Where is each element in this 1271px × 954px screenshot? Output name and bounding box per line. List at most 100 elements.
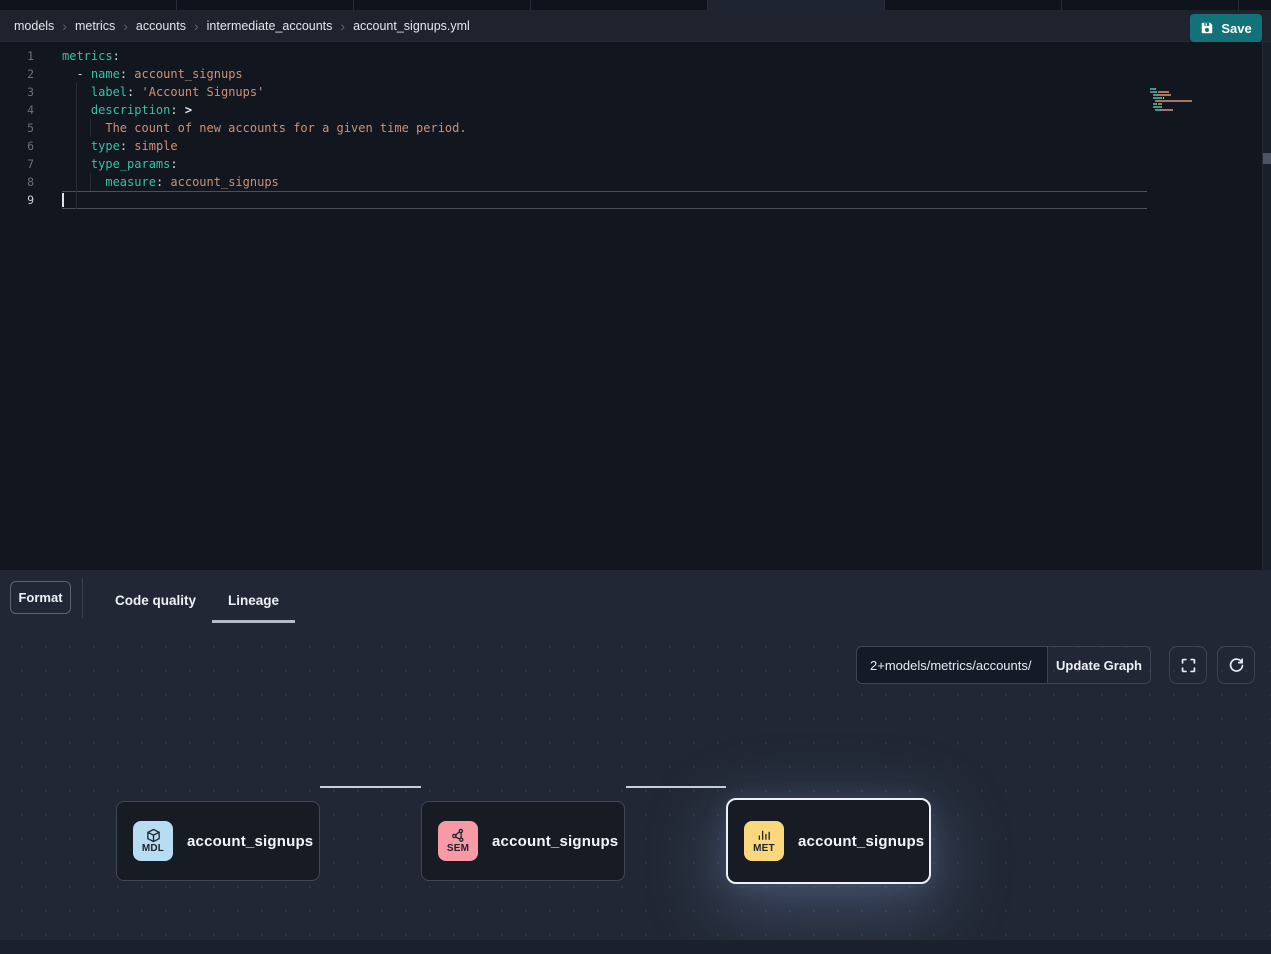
indent-guide [90, 119, 91, 137]
minimap-token [1153, 106, 1161, 108]
line-number: 8 [0, 173, 34, 191]
editor-file-tab[interactable] [177, 0, 354, 10]
code-text: type_params: [62, 155, 178, 173]
minimap-token [1163, 97, 1164, 99]
breadcrumb: models › metrics › accounts › intermediate_acc… [0, 10, 1271, 42]
line-number: 9 [0, 191, 34, 209]
minimap-token [1161, 109, 1172, 111]
panel-bottom-scroll-track[interactable] [0, 940, 1271, 954]
tab-lineage[interactable]: Lineage [212, 578, 295, 623]
minimap-line [1150, 97, 1210, 99]
breadcrumb-item[interactable]: account_signups.yml [353, 19, 470, 33]
indent-guide [90, 173, 91, 191]
line-number: 3 [0, 83, 34, 101]
editor-file-tab[interactable] [354, 0, 531, 10]
text-cursor [62, 193, 64, 207]
chevron-right-icon: › [62, 19, 67, 33]
minimap-token [1155, 88, 1156, 90]
format-button[interactable]: Format [10, 581, 71, 614]
editor-file-tab[interactable] [708, 0, 885, 10]
node-badge-label: MDL [142, 843, 164, 854]
lineage-node-sem[interactable]: SEM account_signups [421, 801, 625, 881]
fullscreen-button[interactable] [1169, 646, 1207, 684]
minimap-line [1150, 94, 1210, 96]
minimap[interactable] [1150, 88, 1210, 112]
minimap-line [1150, 103, 1210, 105]
ide-window: models › metrics › accounts › intermediate_acc… [0, 0, 1271, 954]
node-badge-label: MET [753, 843, 775, 854]
breadcrumb-item[interactable]: intermediate_accounts [207, 19, 333, 33]
breadcrumb-item[interactable]: models [14, 19, 54, 33]
code-line[interactable]: 1 metrics: [0, 47, 1271, 65]
code-line[interactable]: 2 - name: account_signups [0, 65, 1271, 83]
node-badge-mdl: MDL [133, 821, 173, 861]
edge-line [320, 786, 421, 788]
scrollbar-handle[interactable] [1263, 153, 1271, 164]
semantic-network-icon [451, 828, 466, 843]
code-line[interactable]: 8 measure: account_signups [0, 173, 1271, 191]
code-line[interactable]: 5 The count of new accounts for a given … [0, 119, 1271, 137]
node-badge-label: SEM [447, 843, 469, 854]
code-text: label: 'Account Signups' [62, 83, 264, 101]
lineage-node-met[interactable]: MET account_signups [726, 798, 931, 884]
code-line[interactable]: 3 label: 'Account Signups' [0, 83, 1271, 101]
minimap-token [1158, 94, 1171, 96]
edge-line [626, 786, 726, 788]
chevron-right-icon: › [123, 19, 128, 33]
code-text: measure: account_signups [62, 173, 279, 191]
panel-tabs: Code qualityLineage [99, 578, 295, 623]
model-cube-icon [146, 828, 161, 843]
node-label: account_signups [798, 833, 924, 850]
code-text: metrics: [62, 47, 120, 65]
editor-file-tab[interactable] [885, 0, 1062, 10]
editor-file-tab[interactable] [531, 0, 708, 10]
save-button[interactable]: Save [1190, 14, 1262, 42]
code-text: - name: account_signups [62, 65, 243, 83]
current-line-highlight [62, 191, 1147, 209]
minimap-token [1155, 100, 1193, 102]
update-graph-button[interactable]: Update Graph [1047, 646, 1151, 684]
editor-scrollbar[interactable] [1262, 42, 1271, 570]
refresh-button[interactable] [1217, 646, 1255, 684]
minimap-line [1150, 109, 1210, 111]
panel-divider [82, 578, 83, 618]
fullscreen-icon [1180, 657, 1197, 674]
line-number: 1 [0, 47, 34, 65]
node-badge-met: MET [744, 821, 784, 861]
node-label: account_signups [187, 833, 313, 850]
minimap-token [1158, 103, 1163, 105]
code-text: The count of new accounts for a given ti… [62, 119, 467, 137]
save-button-label: Save [1221, 21, 1251, 36]
code-text: type: simple [62, 137, 178, 155]
editor-file-tab[interactable] [1062, 0, 1239, 10]
code-editor[interactable]: 1metrics:2 - name: account_signups3 labe… [0, 42, 1271, 570]
line-number: 5 [0, 119, 34, 137]
tab-code-quality[interactable]: Code quality [99, 578, 212, 623]
lineage-node-mdl[interactable]: MDL account_signups [116, 801, 320, 881]
line-number: 6 [0, 137, 34, 155]
node-label: account_signups [492, 833, 618, 850]
breadcrumb-item[interactable]: metrics [75, 19, 115, 33]
tab-strip-filler [1239, 0, 1271, 10]
editor-file-tab[interactable] [0, 0, 177, 10]
code-line[interactable]: 6 type: simple [0, 137, 1271, 155]
code-text: description: > [62, 101, 192, 119]
minimap-token [1158, 91, 1169, 93]
code-line[interactable]: 4 description: > [0, 101, 1271, 119]
refresh-icon [1228, 657, 1245, 674]
minimap-token [1153, 97, 1161, 99]
line-number: 4 [0, 101, 34, 119]
code-line[interactable]: 7 type_params: [0, 155, 1271, 173]
minimap-line [1150, 100, 1210, 102]
code-line[interactable]: 9 [0, 191, 1271, 209]
bottom-panel: Format Code qualityLineage MDL account_si… [0, 570, 1271, 954]
minimap-token [1161, 106, 1162, 108]
floppy-disk-icon [1200, 21, 1214, 35]
chevron-right-icon: › [340, 19, 345, 33]
model-selector-input[interactable] [856, 646, 1048, 684]
node-badge-sem: SEM [438, 821, 478, 861]
line-number: 2 [0, 65, 34, 83]
minimap-line [1150, 91, 1210, 93]
breadcrumb-item[interactable]: accounts [136, 19, 186, 33]
lineage-controls: Update Graph [856, 646, 1255, 684]
